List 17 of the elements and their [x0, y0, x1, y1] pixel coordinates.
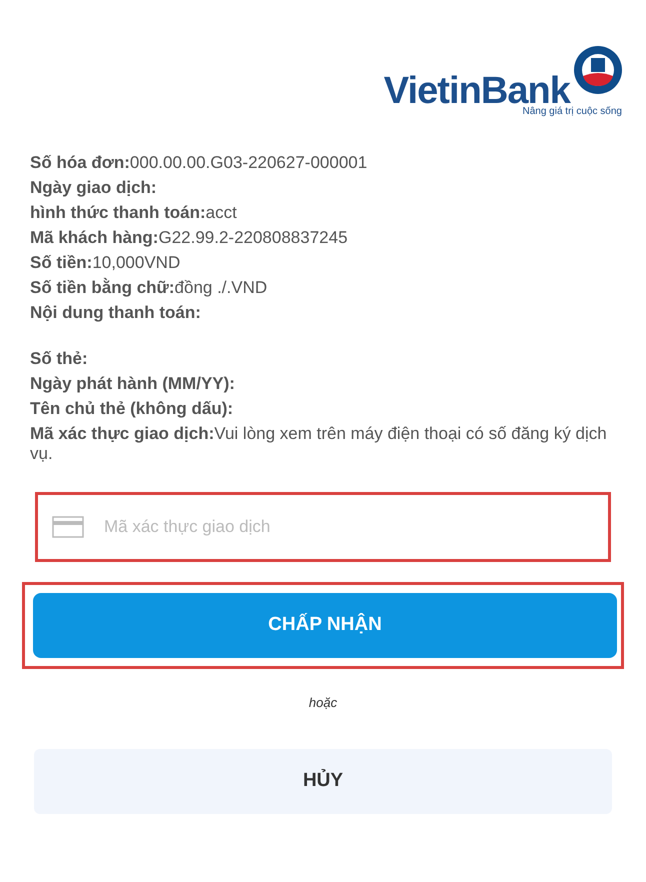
detail-line: Số tiền:10,000VND [30, 253, 182, 273]
detail-line: Nội dung thanh toán: [30, 303, 202, 323]
detail-line: Ngày phát hành (MM/YY): [30, 374, 236, 394]
detail-line: Số thẻ: [30, 349, 89, 369]
detail-line: Số tiền bằng chữ:đồng ./.VND [30, 278, 268, 298]
detail-line: Mã xác thực giao dịch:Vui lòng xem trên máy điện thoại có số đăng ký dịch vụ. [30, 424, 608, 464]
detail-line: Tên chủ thẻ (không dấu): [30, 399, 234, 419]
detail-line: hình thức thanh toán:acct [30, 203, 238, 223]
detail-line: Ngày giao dịch: [30, 178, 158, 198]
otp-field[interactable]: Mã xác thực giao dịch [35, 492, 611, 562]
bank-logo-icon [572, 44, 624, 96]
detail-line: Mã khách hàng:G22.99.2-220808837245 [30, 228, 349, 248]
cancel-button[interactable]: HỦY [34, 748, 612, 814]
card-icon [52, 516, 84, 538]
separator-text: hoặc [308, 694, 338, 712]
detail-line: Số hóa đơn:000.00.00.G03-220627-000001 [30, 153, 368, 173]
otp-input[interactable]: Mã xác thực giao dịch [104, 514, 594, 540]
